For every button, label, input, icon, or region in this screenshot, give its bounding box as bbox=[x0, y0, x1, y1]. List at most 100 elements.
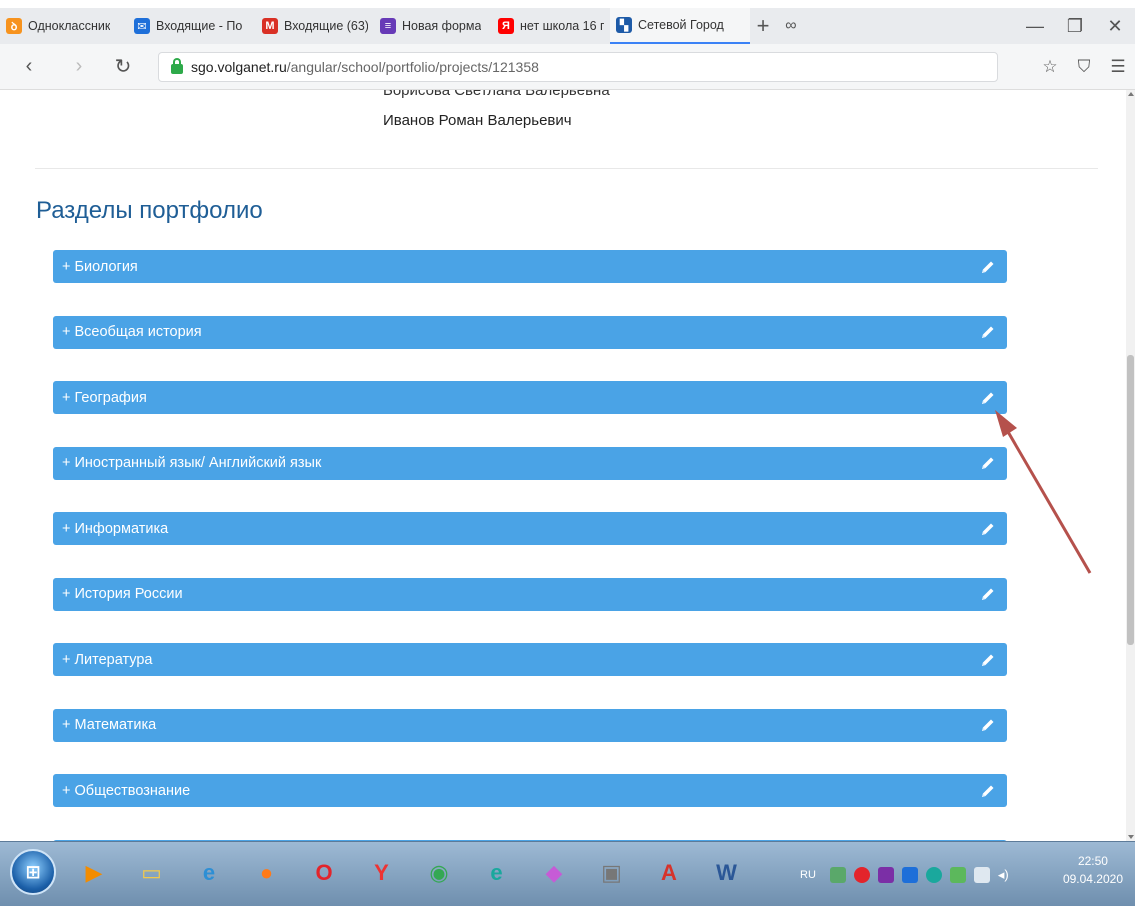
portfolio-section[interactable]: + Обществознание bbox=[53, 774, 1007, 807]
portfolio-section[interactable]: + Биология bbox=[53, 250, 1007, 283]
gmail-icon: M bbox=[262, 18, 278, 34]
language-indicator[interactable]: RU bbox=[800, 869, 816, 881]
pencil-icon[interactable] bbox=[979, 389, 997, 407]
clock-time: 22:50 bbox=[1077, 854, 1108, 868]
url-path: /angular/school/portfolio/projects/12135… bbox=[286, 59, 539, 75]
media-player-icon[interactable]: ▶ bbox=[72, 851, 116, 895]
browser-tab[interactable]: ≡ Новая форма bbox=[374, 8, 492, 44]
portfolio-section[interactable]: + История России bbox=[53, 577, 1007, 611]
browser-navigation-bar: ‹ › ↻ sgo.volganet.ru/angular/school/por… bbox=[0, 44, 1135, 90]
pencil-icon[interactable] bbox=[979, 323, 997, 341]
portfolio-section-label: + История России bbox=[62, 586, 183, 602]
portfolio-section-label: + Обществознание bbox=[62, 782, 191, 799]
reload-button[interactable]: ↻ bbox=[106, 50, 140, 84]
browser-tab-bar: ꝺ Одноклассник ✉ Входящие - По M Входящие (63… bbox=[0, 8, 1135, 44]
monitor-icon[interactable] bbox=[973, 866, 990, 883]
back-button[interactable]: ‹ bbox=[12, 50, 46, 84]
media-tray-icon[interactable] bbox=[901, 866, 918, 883]
tab-label: нет школа 16 г bbox=[520, 19, 604, 33]
pencil-icon[interactable] bbox=[979, 651, 997, 669]
tab-label: Новая форма bbox=[402, 19, 482, 33]
clock[interactable]: 22:50 09.04.2020 bbox=[1063, 852, 1123, 888]
pocket-icon[interactable]: ⛉ bbox=[1067, 50, 1101, 84]
lock-icon bbox=[171, 58, 183, 74]
portfolio-section-label: + География bbox=[62, 389, 147, 406]
firefox-icon[interactable]: ● bbox=[245, 851, 289, 895]
portfolio-sections-list: + Биология + Всеобщая история + География +… bbox=[53, 250, 1007, 841]
yandex-browser-icon[interactable]: Y bbox=[360, 851, 404, 895]
acrobat-icon[interactable]: A bbox=[647, 851, 691, 895]
volume-icon[interactable]: ◂) bbox=[998, 867, 1014, 883]
new-tab-button[interactable]: + bbox=[750, 8, 776, 44]
forms-icon: ≡ bbox=[380, 18, 396, 34]
portfolio-section[interactable]: + Всеобщая история bbox=[53, 315, 1007, 349]
pencil-icon[interactable] bbox=[979, 782, 997, 800]
minimize-button[interactable]: — bbox=[1015, 8, 1055, 44]
camera-icon[interactable]: ▣ bbox=[590, 851, 634, 895]
start-button[interactable]: ⊞ bbox=[10, 849, 56, 895]
portfolio-section[interactable]: + География bbox=[53, 381, 1007, 414]
portfolio-section-label: + Биология bbox=[62, 258, 138, 275]
restore-button[interactable]: ❐ bbox=[1055, 8, 1095, 44]
portfolio-section-label: + Иностранный язык/ Английский язык bbox=[62, 455, 322, 471]
network-icon[interactable] bbox=[829, 866, 846, 883]
pencil-icon[interactable] bbox=[979, 585, 997, 603]
browser-tab[interactable]: ▚ Сетевой Город bbox=[610, 8, 750, 44]
document-strip bbox=[0, 0, 1135, 8]
pencil-icon[interactable] bbox=[979, 716, 997, 734]
sgo-icon: ▚ bbox=[616, 17, 632, 33]
opera-icon[interactable]: O bbox=[302, 851, 346, 895]
clock-date: 09.04.2020 bbox=[1062, 872, 1123, 886]
portfolio-section[interactable]: + Информатика bbox=[53, 512, 1007, 545]
address-bar[interactable]: sgo.volganet.ru/angular/school/portfolio… bbox=[158, 52, 998, 82]
browser-tab[interactable]: ꝺ Одноклассник bbox=[0, 8, 128, 44]
scroll-thumb[interactable] bbox=[1127, 355, 1134, 645]
opera-tray-icon[interactable] bbox=[853, 866, 870, 883]
previous-author-name: Борисова Светлана Валерьевна bbox=[383, 90, 610, 99]
scroll-up-arrow-icon[interactable] bbox=[1128, 92, 1134, 96]
forward-button[interactable]: › bbox=[62, 50, 96, 84]
pencil-icon[interactable] bbox=[979, 520, 997, 538]
windows-logo-icon: ⊞ bbox=[25, 861, 41, 882]
portfolio-section[interactable]: + Математика bbox=[53, 708, 1007, 742]
divider bbox=[35, 168, 1098, 169]
page-content: Борисова Светлана Валерьевна Иванов Рома… bbox=[0, 90, 1126, 841]
section-title: Разделы портфолио bbox=[36, 197, 263, 224]
pencil-icon[interactable] bbox=[979, 258, 997, 276]
tab-label: Одноклассник bbox=[28, 19, 111, 33]
nvidia-icon[interactable] bbox=[949, 866, 966, 883]
portfolio-section[interactable]: + Литература bbox=[53, 643, 1007, 676]
internet-explorer-icon[interactable]: e bbox=[187, 851, 231, 895]
bookmark-star-icon[interactable]: ☆ bbox=[1033, 50, 1067, 84]
word-icon[interactable]: W bbox=[705, 851, 749, 895]
portfolio-section[interactable]: + Иностранный язык/ Английский язык bbox=[53, 446, 1007, 480]
incognito-icon[interactable]: ∞ bbox=[776, 8, 806, 44]
odnoklassniki-icon: ꝺ bbox=[6, 18, 22, 34]
gem-icon[interactable]: ◆ bbox=[532, 851, 576, 895]
menu-icon[interactable]: ☰ bbox=[1101, 50, 1135, 84]
browser-tab[interactable]: ✉ Входящие - По bbox=[128, 8, 256, 44]
portfolio-section-label: + Литература bbox=[62, 651, 153, 668]
author-name: Иванов Роман Валерьевич bbox=[383, 112, 572, 129]
file-explorer-icon[interactable]: ▭ bbox=[130, 851, 174, 895]
onenote-icon[interactable] bbox=[877, 866, 894, 883]
url-host: sgo.volganet.ru bbox=[191, 59, 287, 75]
tab-label: Входящие - По bbox=[156, 19, 243, 33]
scrollbar[interactable] bbox=[1126, 90, 1135, 841]
scroll-down-arrow-icon[interactable] bbox=[1128, 835, 1134, 839]
yandex-icon: Я bbox=[498, 18, 514, 34]
portfolio-section-label: + Информатика bbox=[62, 520, 169, 537]
windows-taskbar: ⊞ ▶ ▭ e ● O Y ◉ e ◆ ▣ A W RU ◂) 22:50 09.04.2020 bbox=[0, 841, 1135, 906]
portfolio-section-label: + Математика bbox=[62, 717, 157, 733]
browser-tab[interactable]: Янет школа 16 г bbox=[492, 8, 610, 44]
chrome-icon[interactable]: ◉ bbox=[417, 851, 461, 895]
system-tray: RU ◂) bbox=[800, 842, 1022, 906]
eset-tray-icon[interactable] bbox=[925, 866, 942, 883]
mail-icon: ✉ bbox=[134, 18, 150, 34]
tab-label: Сетевой Город bbox=[638, 18, 724, 32]
browser-tab[interactable]: M Входящие (63) bbox=[256, 8, 374, 44]
pencil-icon[interactable] bbox=[979, 454, 997, 472]
portfolio-section-label: + Всеобщая история bbox=[62, 324, 202, 340]
close-button[interactable]: ✕ bbox=[1095, 8, 1135, 44]
eset-icon[interactable]: e bbox=[475, 851, 519, 895]
